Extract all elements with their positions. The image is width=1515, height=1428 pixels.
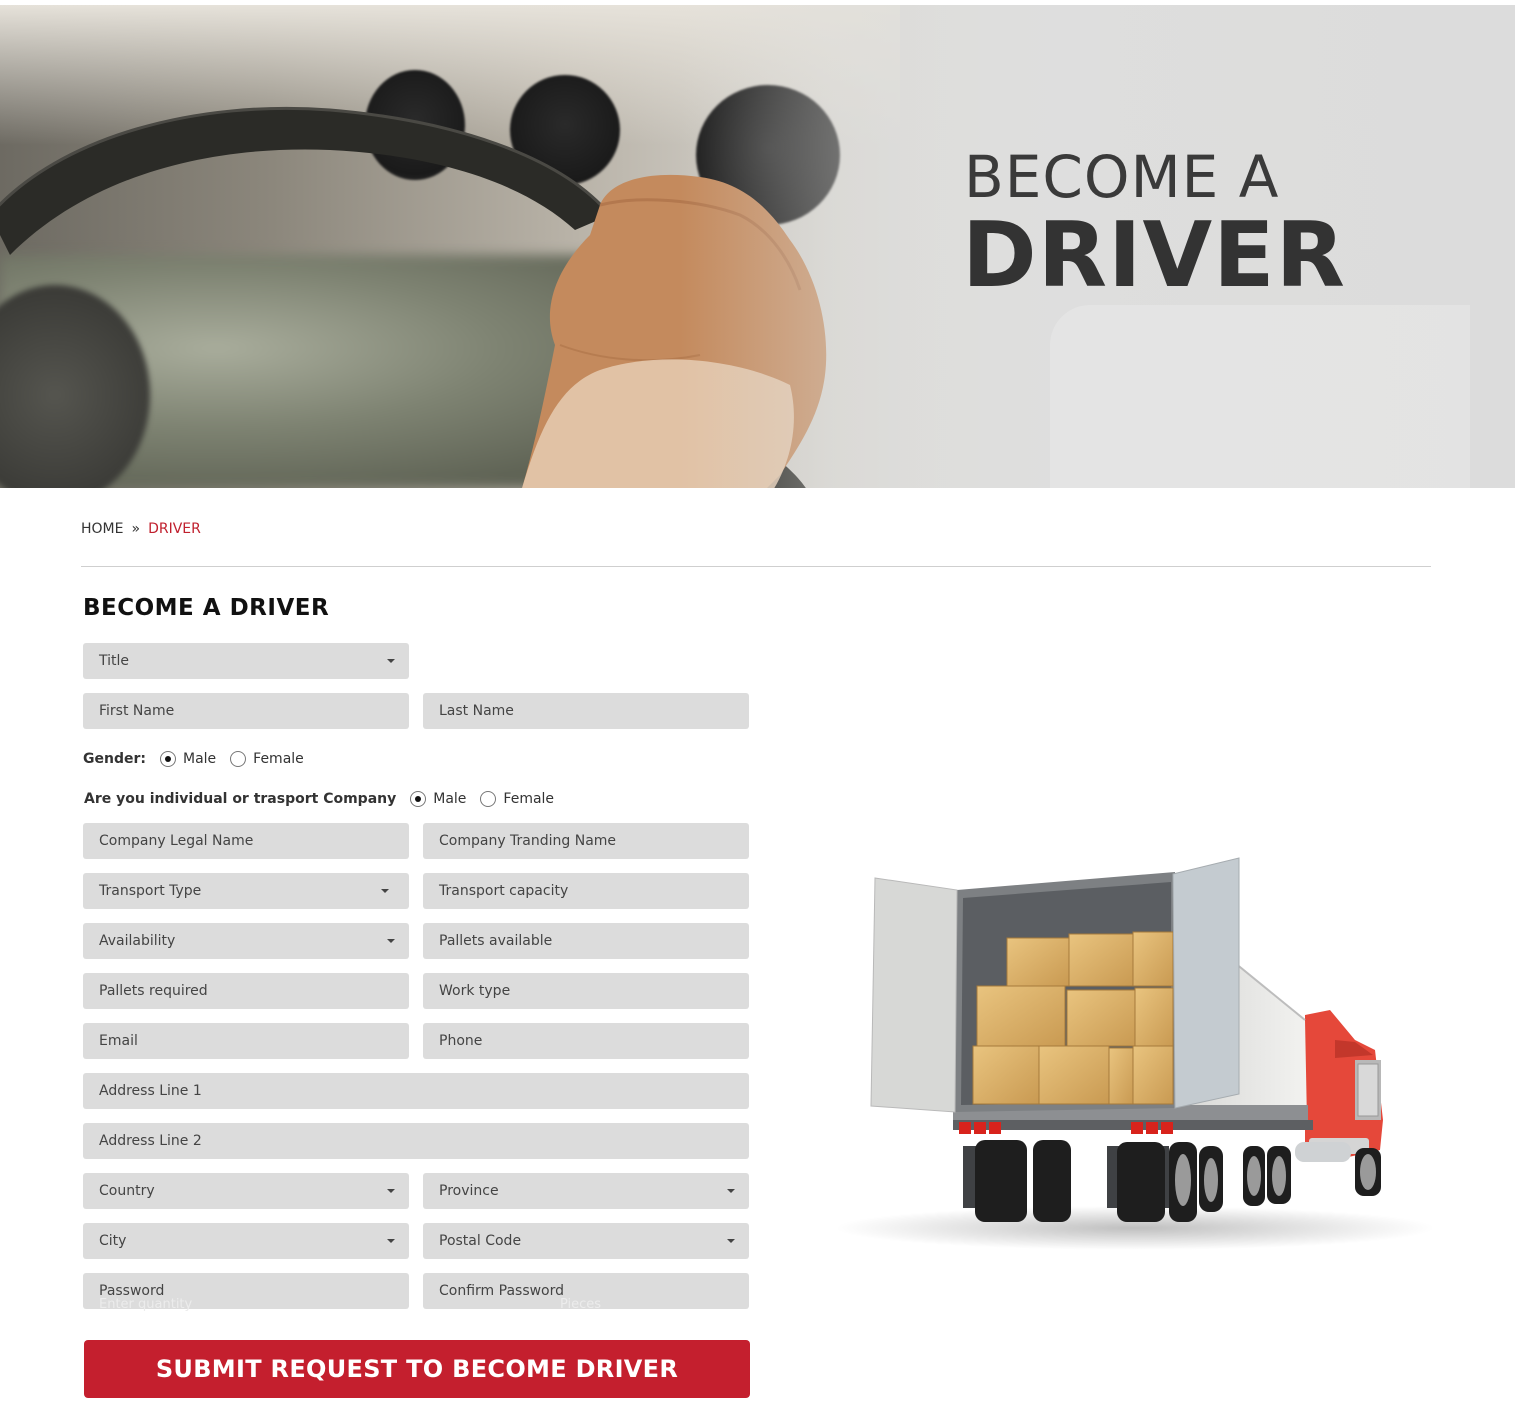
- hero-panel-decoration: [1050, 305, 1470, 488]
- chevron-down-icon: [387, 1189, 395, 1193]
- title-select-label: Title: [99, 653, 130, 669]
- truck-illustration: [835, 857, 1435, 1250]
- form-title: BECOME A DRIVER: [83, 595, 330, 621]
- company-type-option-1-radio[interactable]: Male: [410, 791, 466, 807]
- breadcrumb-current: DRIVER: [148, 521, 201, 537]
- hero-title-line2: DRIVER: [962, 203, 1346, 308]
- gender-female-radio[interactable]: Female: [230, 751, 304, 767]
- postal-code-select[interactable]: Postal Code: [423, 1223, 749, 1259]
- chevron-down-icon: [387, 939, 395, 943]
- province-select[interactable]: Province: [423, 1173, 749, 1209]
- truck-image: [835, 850, 1435, 1260]
- city-select[interactable]: City: [83, 1223, 409, 1259]
- postal-code-label: Postal Code: [439, 1233, 522, 1249]
- breadcrumb: HOME » DRIVER: [81, 521, 201, 537]
- work-type-field[interactable]: Work type: [423, 973, 749, 1009]
- company-type-option-2-label: Female: [503, 791, 555, 807]
- company-trading-name-field[interactable]: Company Tranding Name: [423, 823, 749, 859]
- chevron-down-icon: [387, 1239, 395, 1243]
- gender-label: Gender:: [83, 751, 146, 767]
- title-select[interactable]: Title: [83, 643, 409, 679]
- company-type-option-2-radio[interactable]: Female: [480, 791, 554, 807]
- divider: [81, 566, 1431, 567]
- hero-banner: BECOME A DRIVER: [0, 5, 1515, 488]
- radio-unchecked-icon: [230, 751, 247, 767]
- radio-unchecked-icon: [480, 791, 497, 807]
- phone-field[interactable]: Phone: [423, 1023, 749, 1059]
- availability-select[interactable]: Availability: [83, 923, 409, 959]
- company-type-question: Are you individual or trasport Company: [84, 791, 397, 807]
- company-type-group: Are you individual or trasport Company M…: [84, 791, 568, 807]
- chevron-down-icon: [387, 659, 395, 663]
- radio-checked-icon: [410, 791, 427, 807]
- gender-group: Gender: Male Female: [83, 751, 318, 767]
- breadcrumb-separator: »: [131, 521, 141, 537]
- province-label: Province: [439, 1183, 499, 1199]
- chevron-down-icon: [381, 889, 389, 893]
- pallets-available-field[interactable]: Pallets available: [423, 923, 749, 959]
- address-line-1-field[interactable]: Address Line 1: [83, 1073, 749, 1109]
- transport-capacity-field[interactable]: Transport capacity: [423, 873, 749, 909]
- city-label: City: [99, 1233, 127, 1249]
- transport-type-label: Transport Type: [99, 883, 202, 899]
- chevron-down-icon: [727, 1239, 735, 1243]
- ghost-pieces-placeholder: Pieces: [560, 1297, 602, 1312]
- availability-label: Availability: [99, 933, 176, 949]
- company-legal-name-field[interactable]: Company Legal Name: [83, 823, 409, 859]
- gender-male-radio[interactable]: Male: [159, 751, 217, 767]
- country-label: Country: [99, 1183, 155, 1199]
- last-name-field[interactable]: Last Name: [423, 693, 749, 729]
- country-select[interactable]: Country: [83, 1173, 409, 1209]
- chevron-down-icon: [727, 1189, 735, 1193]
- gender-male-label: Male: [182, 751, 217, 767]
- pallets-required-field[interactable]: Pallets required: [83, 973, 409, 1009]
- transport-type-select[interactable]: Transport Type: [83, 873, 409, 909]
- address-line-2-field[interactable]: Address Line 2: [83, 1123, 749, 1159]
- radio-checked-icon: [159, 751, 176, 767]
- gender-female-label: Female: [253, 751, 304, 767]
- ghost-quantity-placeholder: Enter quantity: [99, 1297, 193, 1312]
- submit-button[interactable]: SUBMIT REQUEST TO BECOME DRIVER: [84, 1340, 750, 1398]
- hero-title-line1: BECOME A: [964, 143, 1280, 211]
- breadcrumb-home-link[interactable]: HOME: [81, 521, 123, 537]
- first-name-field[interactable]: First Name: [83, 693, 409, 729]
- company-type-option-1-label: Male: [433, 791, 467, 807]
- email-field[interactable]: Email: [83, 1023, 409, 1059]
